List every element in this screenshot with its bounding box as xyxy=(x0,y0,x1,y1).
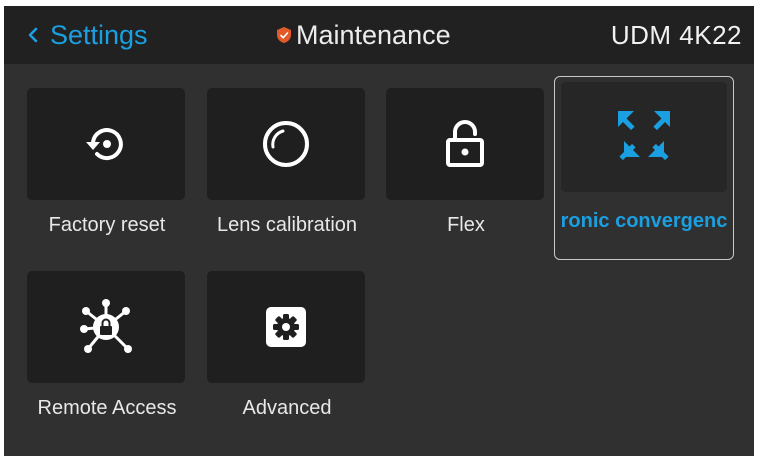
factory-reset-icon xyxy=(86,128,123,161)
tile-remote-access[interactable]: Remote Access xyxy=(27,271,187,441)
tile-flex[interactable]: Flex xyxy=(386,88,546,258)
tile-lens-calibration-label: Lens calibration xyxy=(216,214,358,236)
tile-electronic-convergence-label: ronic convergenc xyxy=(560,210,728,232)
remote-access-icon xyxy=(80,299,132,353)
unlock-icon xyxy=(446,120,484,167)
page-title: Maintenance xyxy=(274,6,451,64)
tile-electronic-convergence[interactable]: ronic convergenc xyxy=(554,76,734,260)
shield-icon xyxy=(277,27,291,43)
tile-lens-calibration[interactable]: Lens calibration xyxy=(207,88,367,258)
tile-remote-access-box xyxy=(27,271,185,383)
tile-advanced-label: Advanced xyxy=(242,397,332,419)
back-label: Settings xyxy=(50,19,148,50)
maintenance-screen: Settings Maintenance UDM 4K22 Factory re… xyxy=(4,6,754,456)
tile-electronic-convergence-box xyxy=(561,82,727,192)
tile-flex-box xyxy=(386,88,544,200)
convergence-icon xyxy=(618,111,670,161)
page-title-text: Maintenance xyxy=(296,19,451,50)
tile-advanced-box xyxy=(207,271,365,383)
tile-lens-calibration-box xyxy=(207,88,365,200)
tile-factory-reset-box xyxy=(27,88,185,200)
back-button[interactable]: Settings xyxy=(26,6,148,64)
chevron-left-icon xyxy=(28,27,38,43)
model-name: UDM 4K22 xyxy=(610,19,742,50)
lens-calibration-icon xyxy=(263,121,309,167)
tile-advanced[interactable]: Advanced xyxy=(207,271,367,441)
gear-icon xyxy=(266,307,306,347)
header-bar: Settings Maintenance UDM 4K22 xyxy=(4,6,754,64)
tile-factory-reset-label: Factory reset xyxy=(48,214,166,236)
tile-flex-label: Flex xyxy=(447,214,485,236)
tile-remote-access-label: Remote Access xyxy=(37,397,177,419)
tile-factory-reset[interactable]: Factory reset xyxy=(27,88,187,258)
